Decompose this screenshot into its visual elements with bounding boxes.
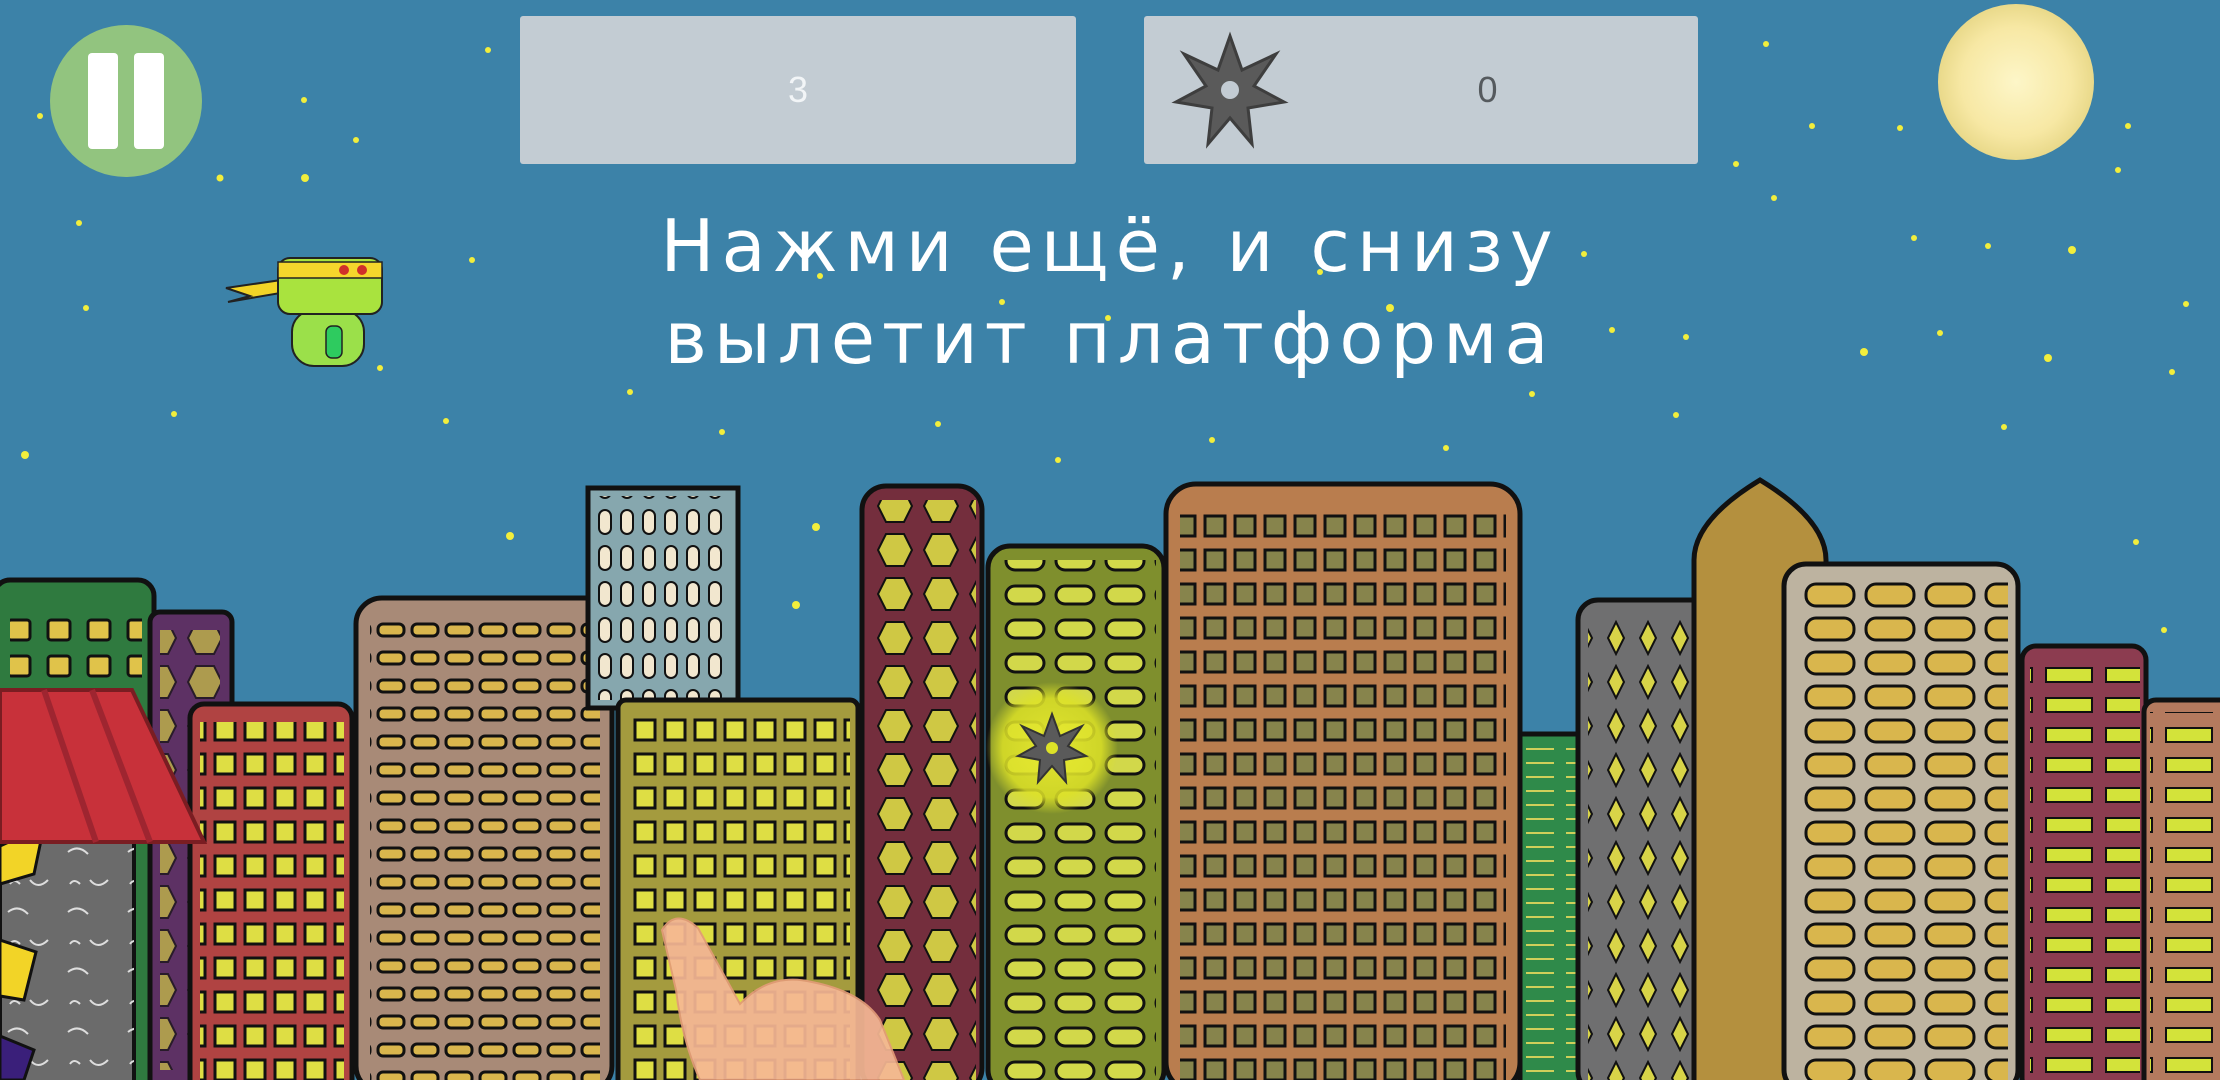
score-value: 3 xyxy=(787,69,809,110)
tutorial-hint-line-2: вылетит платформа xyxy=(664,296,1556,380)
game-scene[interactable] xyxy=(0,0,2220,1080)
shuriken-count: 0 xyxy=(1477,69,1498,110)
shuriken-counter-panel: 0 xyxy=(1144,16,1698,164)
city-skyline xyxy=(0,477,2220,1080)
pause-icon xyxy=(88,53,118,149)
shuriken-pickup xyxy=(986,682,1118,814)
pause-button[interactable] xyxy=(50,25,202,177)
score-panel: 3 xyxy=(520,16,1076,164)
tutorial-hint-line-1: Нажми ещё, и снизу xyxy=(660,204,1560,288)
tutorial-hint: Нажми ещё, и снизу вылетит платформа xyxy=(0,200,2220,384)
moon xyxy=(1938,4,2094,160)
shuriken-icon xyxy=(1171,31,1289,149)
pause-icon-bar xyxy=(134,53,164,149)
